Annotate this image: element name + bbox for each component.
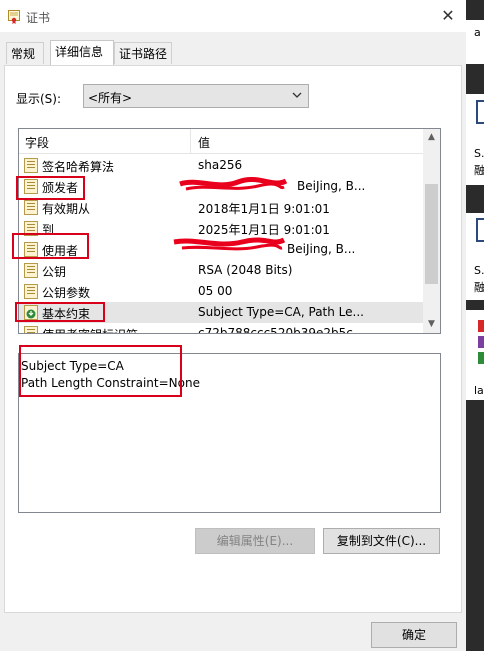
- background-text: a: [474, 26, 481, 39]
- tab-label: 详细信息: [55, 45, 104, 59]
- scroll-down-icon[interactable]: ▼: [423, 316, 440, 333]
- redaction-scribble: [173, 237, 286, 251]
- field-value: BeiJing, B...: [287, 242, 356, 256]
- vertical-scrollbar[interactable]: ▲ ▼: [423, 129, 440, 333]
- field-value: 2018年1月1日 9:01:01: [198, 202, 330, 216]
- close-icon[interactable]: ✕: [436, 6, 460, 26]
- background-color-icon: [478, 352, 484, 364]
- background-text: 融: [474, 281, 484, 294]
- background-dark-area: [466, 0, 484, 20]
- list-item[interactable]: 公钥 RSA (2048 Bits): [19, 260, 423, 281]
- field-value: RSA (2048 Bits): [198, 263, 293, 277]
- background-box-icon: [476, 100, 484, 124]
- list-item[interactable]: 公钥参数 05 00: [19, 281, 423, 302]
- show-label: 显示(S):: [16, 92, 62, 106]
- certificate-dialog: 证书 ✕ 常规 详细信息 证书路径 显示(S): <所有> 字段 值 签名哈希算…: [0, 0, 466, 651]
- background-dark-area: [466, 185, 484, 213]
- annotation-box: [15, 302, 105, 322]
- title-bar: 证书 ✕: [0, 0, 466, 32]
- background-text: 融: [474, 164, 484, 177]
- redaction-scribble: [179, 176, 288, 191]
- edit-properties-button[interactable]: 编辑属性(E)...: [195, 528, 315, 554]
- field-value: Subject Type=CA, Path Le...: [198, 305, 364, 319]
- cert-field-icon: [24, 284, 38, 299]
- annotation-box: [16, 176, 85, 200]
- background-text: S.: [474, 264, 484, 277]
- field-name: 公钥参数: [42, 286, 91, 300]
- tab-general[interactable]: 常规: [6, 42, 44, 64]
- background-color-icon: [478, 320, 484, 332]
- tab-label: 证书路径: [119, 47, 168, 61]
- scroll-thumb[interactable]: [425, 184, 438, 284]
- show-select[interactable]: <所有>: [83, 84, 309, 108]
- ok-button[interactable]: 确定: [371, 622, 457, 648]
- field-name: 签名哈希算法: [42, 160, 115, 174]
- annotation-box: [12, 233, 89, 259]
- tab-cert-path[interactable]: 证书路径: [114, 42, 172, 64]
- column-header-field[interactable]: 字段: [25, 134, 49, 151]
- list-header: 字段 值: [19, 129, 423, 154]
- field-name: 有效期从: [42, 202, 91, 216]
- tab-details[interactable]: 详细信息: [50, 40, 114, 65]
- cert-field-icon: [24, 326, 38, 333]
- chevron-down-icon: [292, 92, 302, 98]
- background-color-icon: [478, 336, 484, 348]
- copy-to-file-button[interactable]: 复制到文件(C)...: [323, 528, 440, 554]
- tab-label: 常规: [11, 47, 36, 61]
- list-item[interactable]: 使用者密钥标识符 c72b788ccc520b39e2b5c...: [19, 323, 423, 334]
- field-value: sha256: [198, 158, 243, 172]
- show-select-value: <所有>: [88, 91, 133, 105]
- certificate-icon: [8, 10, 20, 24]
- list-item[interactable]: 签名哈希算法 sha256: [19, 155, 423, 176]
- cert-field-icon: [24, 158, 38, 173]
- cert-field-icon: [24, 263, 38, 278]
- field-name: 公钥: [42, 265, 67, 279]
- field-name: 使用者密钥标识符: [42, 326, 138, 333]
- background-text: S.: [474, 147, 484, 160]
- background-dark-area: [466, 300, 484, 310]
- field-value: 05 00: [198, 284, 233, 298]
- scroll-up-icon[interactable]: ▲: [423, 129, 440, 146]
- background-text: la: [474, 384, 484, 397]
- list-item[interactable]: 有效期从 2018年1月1日 9:01:01: [19, 197, 423, 218]
- background-dark-area: [466, 64, 484, 94]
- field-value: BeiJing, B...: [297, 179, 366, 193]
- column-header-value[interactable]: 值: [198, 134, 210, 151]
- field-value: c72b788ccc520b39e2b5c...: [198, 326, 365, 334]
- cert-field-icon: [24, 200, 38, 215]
- annotation-box: [19, 345, 182, 397]
- window-title: 证书: [26, 11, 51, 25]
- column-divider[interactable]: [190, 129, 191, 153]
- background-box-icon: [476, 218, 484, 242]
- background-dark-area: [466, 400, 484, 651]
